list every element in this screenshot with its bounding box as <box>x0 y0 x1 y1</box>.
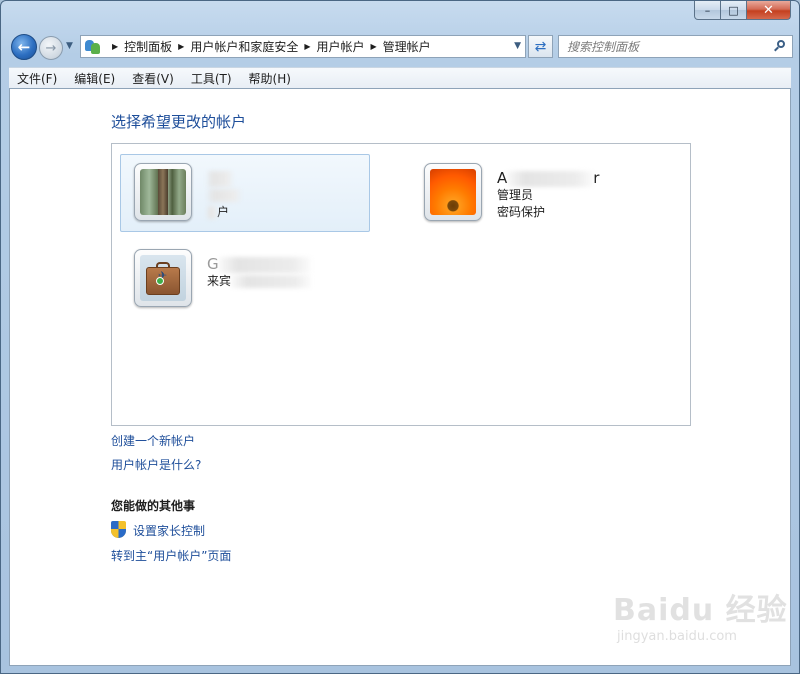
close-button[interactable]: ✕ <box>747 1 791 20</box>
page-title: 选择希望更改的帐户 <box>111 113 247 131</box>
search-input[interactable] <box>559 36 759 57</box>
breadcrumb-separator-icon[interactable]: ▶ <box>112 42 118 51</box>
navigation-bar: ← → ▼ ▶ 控制面板 ▶ 用户帐户和家庭安全 ▶ 用户帐户 ▶ 管理帐户 ▼… <box>9 33 793 61</box>
forward-button[interactable]: → <box>39 36 63 60</box>
arrow-right-icon: → <box>45 40 57 56</box>
what-is-account-link[interactable]: 用户帐户是什么? <box>111 456 201 473</box>
back-button[interactable]: ← <box>11 34 37 60</box>
watermark-url: jingyan.baidu.com <box>617 629 737 644</box>
account-tile-guest[interactable]: ✈ G 来宾 <box>120 240 370 318</box>
recent-pages-button[interactable]: ▼ <box>66 41 73 51</box>
users-icon <box>84 39 102 55</box>
avatar: ✈ <box>134 249 192 307</box>
create-account-link[interactable]: 创建一个新帐户 <box>111 432 195 449</box>
avatar <box>424 163 482 221</box>
breadcrumb-separator-icon[interactable]: ▶ <box>304 42 310 51</box>
maximize-icon: □ <box>728 3 739 17</box>
minimize-icon: – <box>704 3 711 17</box>
goto-user-accounts-link[interactable]: 转到主“用户帐户”页面 <box>111 547 231 564</box>
refresh-button[interactable]: ⇄ <box>528 35 553 58</box>
avatar <box>134 163 192 221</box>
account-status: 户 <box>207 204 241 221</box>
account-status: 密码保护 <box>497 205 546 219</box>
account-type: 管理员 <box>497 188 534 202</box>
address-dropdown-icon[interactable]: ▼ <box>514 41 521 51</box>
account-name: G <box>207 255 311 273</box>
menu-view[interactable]: 查看(V) <box>132 70 174 87</box>
breadcrumb-user-accounts-family-safety[interactable]: 用户帐户和家庭安全 <box>190 38 298 55</box>
watermark-logo: Baidu 经验 <box>613 593 788 628</box>
account-name <box>207 169 241 187</box>
content-pane: 选择希望更改的帐户 户 Ar 管理员 密码保护 ✈ G 来宾 创建一个新帐户 用… <box>9 88 791 666</box>
account-info: 户 <box>207 169 241 221</box>
caption-buttons: – □ ✕ <box>694 1 791 20</box>
accounts-list: 户 Ar 管理员 密码保护 ✈ G 来宾 <box>111 143 691 426</box>
breadcrumb-separator-icon[interactable]: ▶ <box>178 42 184 51</box>
account-tile-administrator[interactable]: Ar 管理员 密码保护 <box>410 154 660 232</box>
account-name: Ar <box>497 169 600 187</box>
account-info: G 来宾 <box>207 255 312 290</box>
account-type <box>207 187 241 204</box>
search-box[interactable] <box>558 35 793 58</box>
minimize-button[interactable]: – <box>694 1 721 20</box>
close-icon: ✕ <box>763 2 774 18</box>
breadcrumb-control-panel[interactable]: 控制面板 <box>124 38 172 55</box>
account-type: 来宾 <box>207 273 312 290</box>
baidu-watermark: Baidu 经验 jingyan.baidu.com <box>613 585 787 655</box>
window: – □ ✕ ← → ▼ ▶ 控制面板 ▶ 用户帐户和家庭安全 ▶ 用户帐户 ▶ … <box>0 0 800 674</box>
arrow-left-icon: ← <box>17 38 31 56</box>
flower-picture-icon <box>430 169 476 215</box>
other-tasks-title: 您能做的其他事 <box>111 499 196 513</box>
briefcase-picture-icon: ✈ <box>140 255 186 301</box>
account-tile-user[interactable]: 户 <box>120 154 370 232</box>
breadcrumb-user-accounts[interactable]: 用户帐户 <box>317 38 365 55</box>
breadcrumb-separator-icon[interactable]: ▶ <box>371 42 377 51</box>
menu-help[interactable]: 帮助(H) <box>249 70 291 87</box>
account-info: Ar 管理员 密码保护 <box>497 169 599 221</box>
uac-shield-icon <box>111 521 126 538</box>
menu-bar: 文件(F) 编辑(E) 查看(V) 工具(T) 帮助(H) <box>9 67 791 88</box>
parental-controls-link[interactable]: 设置家长控制 <box>133 522 205 539</box>
chevron-down-icon: ▼ <box>66 41 73 51</box>
refresh-icon: ⇄ <box>534 38 547 55</box>
forest-picture-icon <box>140 169 186 215</box>
menu-file[interactable]: 文件(F) <box>17 70 57 87</box>
maximize-button[interactable]: □ <box>721 1 747 20</box>
breadcrumb-manage-accounts[interactable]: 管理帐户 <box>383 38 431 55</box>
menu-edit[interactable]: 编辑(E) <box>74 70 115 87</box>
search-icon[interactable] <box>774 40 786 52</box>
address-bar[interactable]: ▶ 控制面板 ▶ 用户帐户和家庭安全 ▶ 用户帐户 ▶ 管理帐户 ▼ <box>80 35 526 58</box>
menu-tools[interactable]: 工具(T) <box>191 70 232 87</box>
